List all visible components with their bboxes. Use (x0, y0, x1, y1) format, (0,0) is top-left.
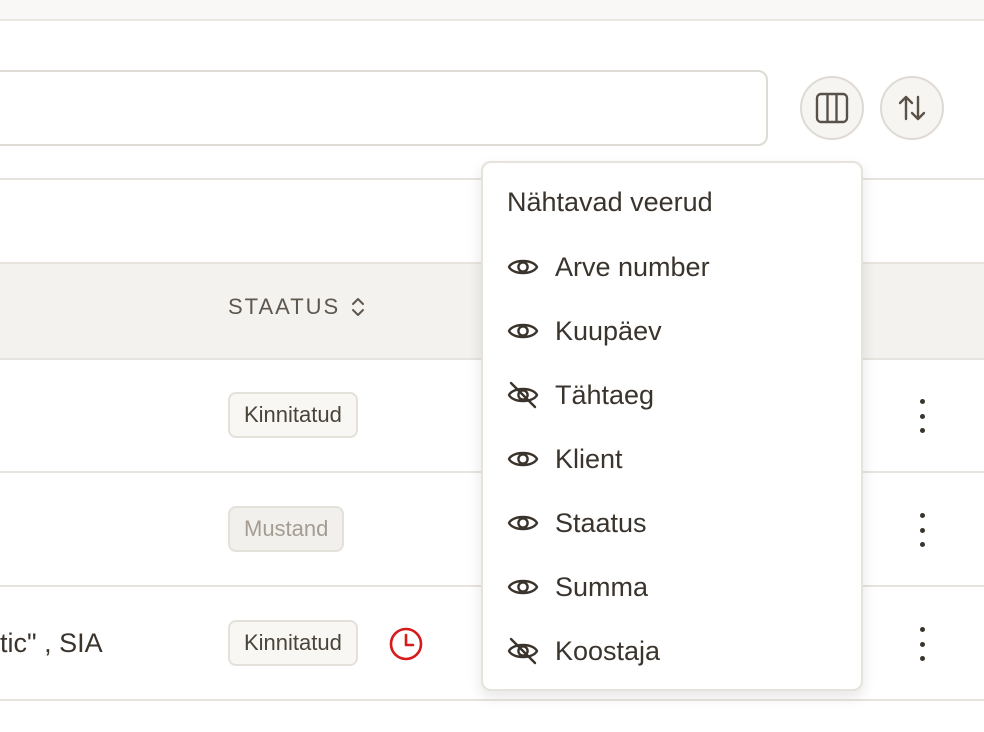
eye-off-icon (507, 635, 539, 667)
column-header-status[interactable]: STAATUS (228, 294, 366, 320)
status-badge: Mustand (228, 506, 345, 552)
row-actions-button[interactable] (914, 627, 930, 661)
sort-toggle-icon (352, 298, 365, 316)
menu-item-tahtaeg[interactable]: Tähtaeg (507, 375, 837, 415)
sort-arrows-icon (898, 95, 926, 121)
status-badge: Kinnitatud (228, 392, 358, 438)
top-strip (0, 0, 984, 21)
menu-item-label: Arve number (555, 251, 710, 282)
menu-item-label: Staatus (555, 507, 647, 538)
eye-icon (507, 315, 539, 347)
columns-icon (815, 92, 849, 124)
menu-item-label: Tähtaeg (555, 379, 655, 410)
clock-icon (389, 627, 423, 661)
row-actions-button[interactable] (914, 399, 930, 433)
eye-icon (507, 251, 539, 283)
search-input[interactable] (0, 70, 768, 146)
menu-item-staatus[interactable]: Staatus (507, 503, 837, 543)
menu-item-label: Kuupäev (555, 315, 662, 346)
eye-icon (507, 571, 539, 603)
eye-off-icon (507, 379, 539, 411)
sort-button[interactable] (880, 76, 944, 140)
menu-item-klient[interactable]: Klient (507, 439, 837, 479)
status-badge: Kinnitatud (228, 620, 358, 666)
columns-toggle-button[interactable] (800, 76, 864, 140)
row-actions-button[interactable] (914, 513, 930, 547)
eye-icon (507, 443, 539, 475)
menu-item-koostaja[interactable]: Koostaja (507, 631, 837, 671)
row-divider (0, 699, 984, 701)
menu-item-kuupaev[interactable]: Kuupäev (507, 311, 837, 351)
menu-item-label: Summa (555, 571, 649, 602)
column-header-label: STAATUS (228, 294, 341, 319)
menu-item-summa[interactable]: Summa (507, 567, 837, 607)
visible-columns-menu: Nähtavad veerud Arve number Kuupäev Täht… (481, 161, 863, 691)
menu-item-label: Klient (555, 443, 623, 474)
client-name: tic" , SIA (0, 628, 103, 658)
eye-icon (507, 507, 539, 539)
menu-item-arve-number[interactable]: Arve number (507, 247, 837, 287)
menu-item-label: Koostaja (555, 635, 661, 666)
menu-title: Nähtavad veerud (507, 187, 713, 217)
